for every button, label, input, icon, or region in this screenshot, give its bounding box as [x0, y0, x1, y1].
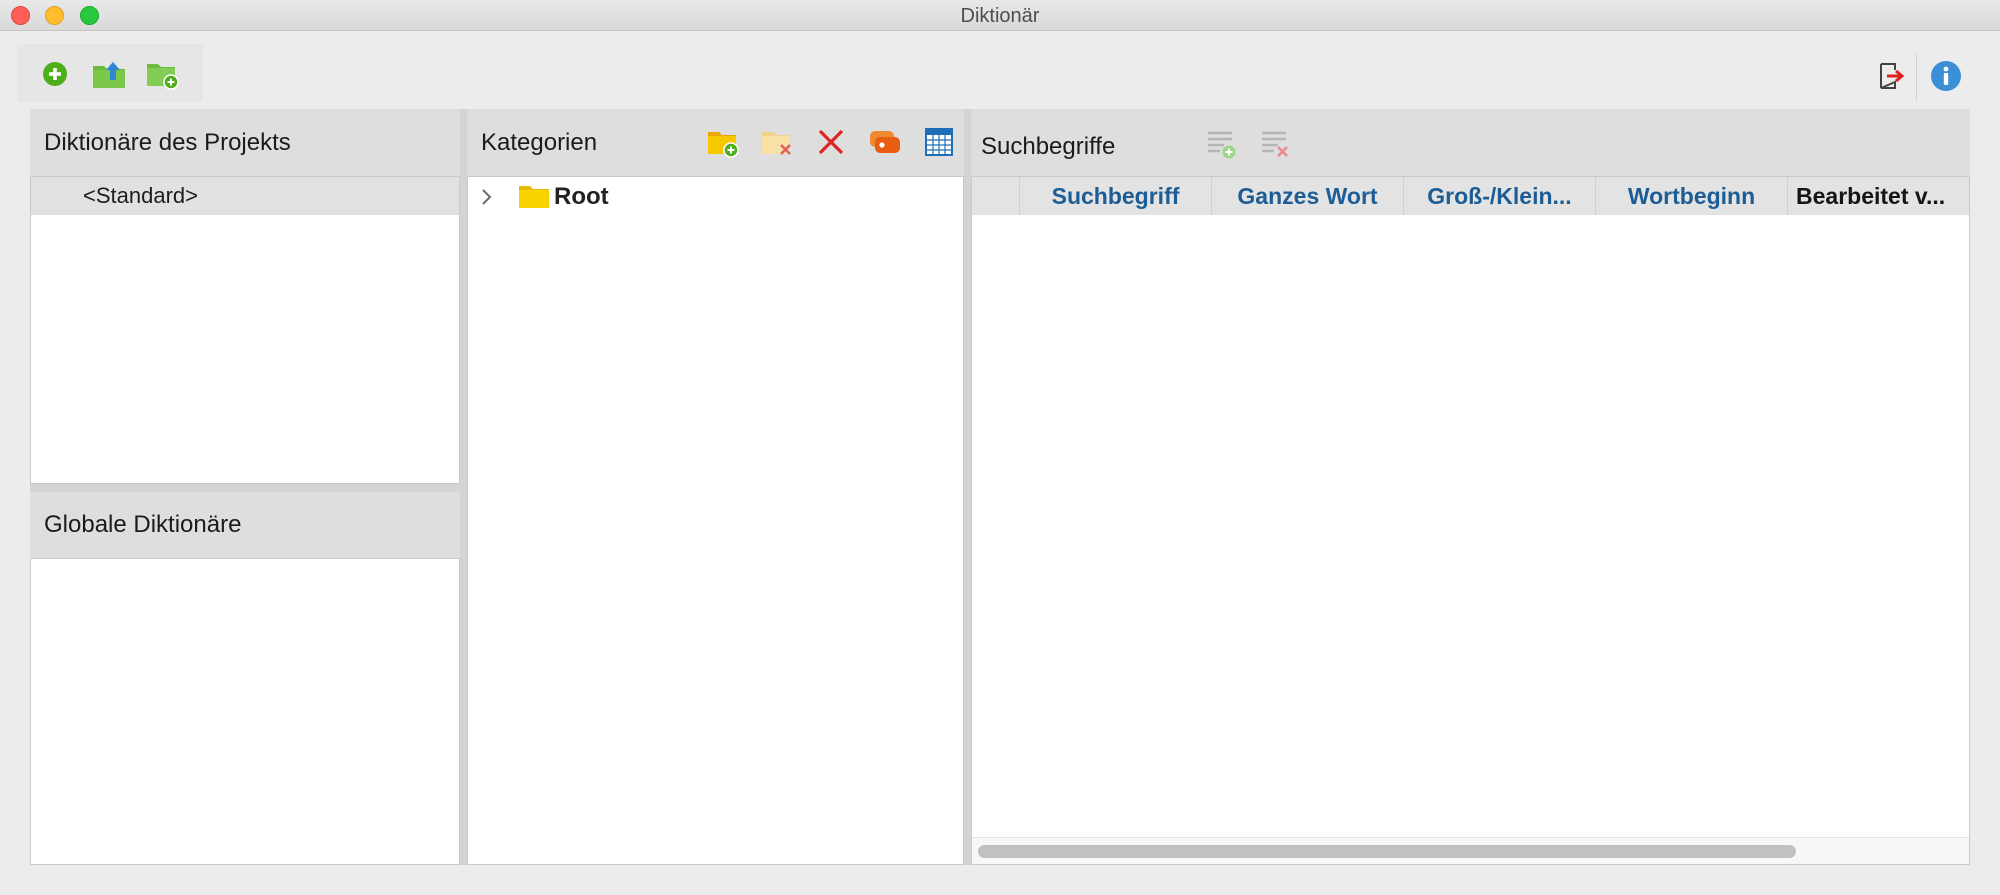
delete-term-button[interactable]	[1257, 126, 1293, 162]
global-dictionaries-list[interactable]	[30, 558, 460, 865]
exit-icon	[1880, 63, 1905, 89]
add-term-button[interactable]	[1203, 126, 1239, 162]
global-dictionaries-header: Globale Diktionäre	[30, 492, 460, 558]
new-category-folder-icon	[708, 132, 739, 158]
categories-title: Kategorien	[481, 128, 598, 156]
folder-add-icon	[147, 64, 179, 90]
vertical-splitter-right[interactable]	[964, 109, 971, 865]
exit-button[interactable]	[1873, 58, 1909, 94]
window-title: Diktionär	[960, 5, 1040, 27]
column-header-gross-klein[interactable]: Groß-/Klein...	[1404, 177, 1596, 215]
new-dictionary-folder-button[interactable]	[145, 56, 181, 92]
column-header-bearbeitet[interactable]: Bearbeitet v...	[1788, 177, 1969, 215]
info-icon	[1931, 61, 1961, 91]
tree-item-label: Root	[554, 183, 609, 210]
delete-x-icon	[818, 129, 844, 155]
categories-tree[interactable]: Root	[467, 176, 964, 865]
table-grid-icon	[925, 128, 953, 156]
tag-icon	[870, 131, 900, 153]
horizontal-scrollbar[interactable]	[972, 837, 1969, 864]
global-dictionaries-title: Globale Diktionäre	[44, 511, 242, 538]
new-category-button[interactable]	[705, 124, 741, 160]
chevron-right-icon[interactable]	[478, 187, 496, 207]
add-dictionary-button[interactable]	[37, 56, 73, 92]
add-circle-icon	[43, 62, 67, 86]
tree-row-root[interactable]: Root	[468, 177, 963, 217]
column-header-label: Suchbegriff	[1051, 182, 1180, 209]
delete-term-icon	[1262, 131, 1288, 157]
toolbar-separator	[1916, 54, 1917, 100]
scrollbar-thumb[interactable]	[978, 845, 1796, 858]
delete-category-button[interactable]	[759, 124, 795, 160]
column-header-ganzes-wort[interactable]: Ganzes Wort	[1212, 177, 1404, 215]
folder-upload-icon	[93, 62, 125, 88]
import-dictionary-button[interactable]	[91, 56, 127, 92]
column-header-label: Bearbeitet v...	[1796, 182, 1946, 209]
column-header-label: Wortbeginn	[1627, 182, 1756, 209]
table-view-button[interactable]	[921, 124, 957, 160]
list-item-standard[interactable]: <Standard>	[31, 177, 459, 215]
title-bar: Diktionär	[0, 0, 2000, 31]
delete-category-folder-icon	[762, 132, 791, 155]
project-dictionaries-list[interactable]: <Standard>	[30, 176, 460, 484]
info-button[interactable]	[1928, 58, 1964, 94]
column-header-label: Ganzes Wort	[1237, 182, 1378, 209]
column-header-suchbegriff[interactable]: Suchbegriff	[1020, 177, 1212, 215]
project-dictionaries-header: Diktionäre des Projekts	[30, 109, 460, 176]
column-header-wortbeginn[interactable]: Wortbeginn	[1596, 177, 1788, 215]
search-terms-header: Suchbegriffe	[971, 109, 1970, 176]
search-terms-title: Suchbegriffe	[981, 132, 1116, 160]
list-item-label: <Standard>	[83, 183, 198, 208]
add-term-icon	[1208, 131, 1236, 159]
vertical-splitter-left[interactable]	[460, 109, 467, 865]
tag-button[interactable]	[867, 124, 903, 160]
column-header-label: Groß-/Klein...	[1427, 182, 1572, 209]
horizontal-splitter[interactable]	[30, 484, 460, 492]
search-terms-table[interactable]: Suchbegriff Ganzes Wort Groß-/Klein... W…	[971, 176, 1970, 865]
row-header-column	[972, 177, 1020, 215]
delete-button[interactable]	[813, 124, 849, 160]
project-dictionaries-title: Diktionäre des Projekts	[44, 128, 291, 156]
folder-icon	[519, 186, 549, 208]
